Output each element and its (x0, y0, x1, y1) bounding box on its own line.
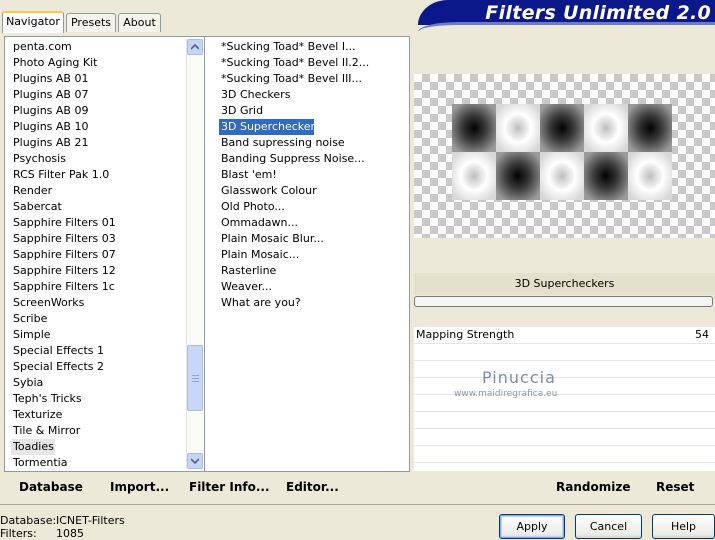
watermark-name: Pinuccia (482, 368, 556, 387)
chevron-down-icon (191, 458, 199, 464)
info-row-filters: Filters: 1085 (0, 528, 125, 540)
category-item[interactable]: Photo Aging Kit (11, 55, 204, 71)
filter-item[interactable]: 3D Supercheckers (219, 119, 321, 135)
info-filters-value: 1085 (56, 527, 84, 540)
tab-strip: Navigator Presets About (0, 0, 420, 33)
info-filters-label: Filters: (0, 527, 37, 540)
current-filter-name: 3D Supercheckers (414, 273, 715, 295)
info-database-value: ICNET-Filters (56, 514, 125, 527)
filter-item[interactable]: Rasterline (219, 263, 409, 279)
param-row-empty (414, 344, 715, 361)
database-info: Database:ICNET-Filters Filters: 1085 (0, 515, 125, 540)
param-row-empty (414, 429, 715, 446)
filter-item[interactable]: *Sucking Toad* Bevel I... (219, 39, 409, 55)
filter-info-button[interactable]: Filter Info... (189, 473, 270, 501)
category-item[interactable]: Plugins AB 10 (11, 119, 204, 135)
filter-item[interactable]: Old Photo... (219, 199, 409, 215)
category-item[interactable]: Sapphire Filters 12 (11, 263, 204, 279)
category-item[interactable]: Plugins AB 09 (11, 103, 204, 119)
category-item[interactable]: Teph's Tricks (11, 391, 204, 407)
parameter-panel: Mapping Strength 54 (414, 327, 715, 471)
param-row-empty (414, 446, 715, 463)
category-item[interactable]: RCS Filter Pak 1.0 (11, 167, 204, 183)
category-item[interactable]: Render (11, 183, 204, 199)
category-item[interactable]: Sapphire Filters 01 (11, 215, 204, 231)
tab-presets[interactable]: Presets (66, 13, 116, 32)
param-row-empty (414, 412, 715, 429)
category-scrollbar[interactable] (186, 39, 203, 469)
scroll-down-button[interactable] (187, 453, 203, 469)
filter-item[interactable]: Ommadawn... (219, 215, 409, 231)
filter-item[interactable]: Glasswork Colour (219, 183, 409, 199)
filter-item[interactable]: 3D Checkers (219, 87, 409, 103)
tab-navigator[interactable]: Navigator (2, 11, 64, 33)
preview-button-bar: Randomize Reset (414, 473, 715, 501)
apply-button[interactable]: Apply (499, 514, 565, 539)
param-value: 54 (695, 328, 709, 341)
navigator-button-bar: Database Import... Filter Info... Editor… (4, 473, 410, 501)
help-button[interactable]: Help (652, 514, 715, 539)
filter-item[interactable]: Blast 'em! (219, 167, 409, 183)
import-button[interactable]: Import... (110, 473, 169, 501)
category-item[interactable]: Tormentia (11, 455, 204, 471)
tab-about[interactable]: About (118, 13, 161, 32)
app-title: Filters Unlimited 2.0 (485, 2, 711, 24)
reset-button[interactable]: Reset (656, 473, 694, 501)
database-button[interactable]: Database (19, 473, 83, 501)
category-item[interactable]: Sapphire Filters 1c (11, 279, 204, 295)
category-item[interactable]: Sabercat (11, 199, 204, 215)
editor-button[interactable]: Editor... (286, 473, 339, 501)
scroll-thumb[interactable] (187, 345, 203, 411)
randomize-button[interactable]: Randomize (556, 473, 630, 501)
category-item[interactable]: Sapphire Filters 03 (11, 231, 204, 247)
scroll-up-button[interactable] (187, 39, 203, 55)
filter-list: *Sucking Toad* Bevel I... *Sucking Toad* … (215, 37, 409, 471)
category-item[interactable]: penta.com (11, 39, 204, 55)
cancel-button[interactable]: Cancel (575, 514, 642, 539)
preview-image (452, 104, 672, 200)
progress-bar (414, 296, 713, 307)
filter-item[interactable]: Weaver... (219, 279, 409, 295)
category-item[interactable]: Plugins AB 01 (11, 71, 204, 87)
filter-item[interactable]: 3D Grid (219, 103, 409, 119)
category-item[interactable]: Plugins AB 07 (11, 87, 204, 103)
category-item[interactable]: Special Effects 1 (11, 343, 204, 359)
category-item[interactable]: Tile & Mirror (11, 423, 204, 439)
filter-item[interactable]: Plain Mosaic... (219, 247, 409, 263)
footer-separator (0, 504, 715, 505)
filter-item[interactable]: *Sucking Toad* Bevel II.2... (219, 55, 409, 71)
filter-item[interactable]: Plain Mosaic Blur... (219, 231, 409, 247)
category-item[interactable]: Special Effects 2 (11, 359, 204, 375)
param-label: Mapping Strength (416, 328, 515, 341)
category-list: penta.com Photo Aging Kit Plugins AB 01 Plu… (5, 37, 205, 471)
navigator-panel: penta.com Photo Aging Kit Plugins AB 01 Plu… (4, 36, 410, 472)
category-item[interactable]: Psychosis (11, 151, 204, 167)
category-item[interactable]: Sapphire Filters 07 (11, 247, 204, 263)
chevron-up-icon (191, 44, 199, 50)
info-database-label: Database: (0, 514, 57, 527)
param-row-mapping-strength[interactable]: Mapping Strength 54 (414, 327, 715, 344)
category-item[interactable]: Texturize (11, 407, 204, 423)
category-item[interactable]: Plugins AB 21 (11, 135, 204, 151)
filter-item[interactable]: Band supressing noise (219, 135, 409, 151)
filter-item[interactable]: Banding Suppress Noise... (219, 151, 409, 167)
category-item[interactable]: Sybia (11, 375, 204, 391)
preview-area (414, 74, 715, 238)
category-item[interactable]: Scribe (11, 311, 204, 327)
category-item[interactable]: Simple (11, 327, 204, 343)
filter-item[interactable]: *Sucking Toad* Bevel III... (219, 71, 409, 87)
param-row-empty (414, 361, 715, 378)
filter-item[interactable]: What are you? (219, 295, 409, 311)
category-item[interactable]: Toadies (11, 439, 55, 455)
category-items: penta.com Photo Aging Kit Plugins AB 01 Plu… (5, 37, 204, 471)
filter-items: *Sucking Toad* Bevel I... *Sucking Toad* … (215, 37, 409, 311)
grip-icon (192, 375, 199, 382)
watermark-site: www.maidiregrafica.eu (454, 389, 558, 399)
category-item[interactable]: ScreenWorks (11, 295, 204, 311)
